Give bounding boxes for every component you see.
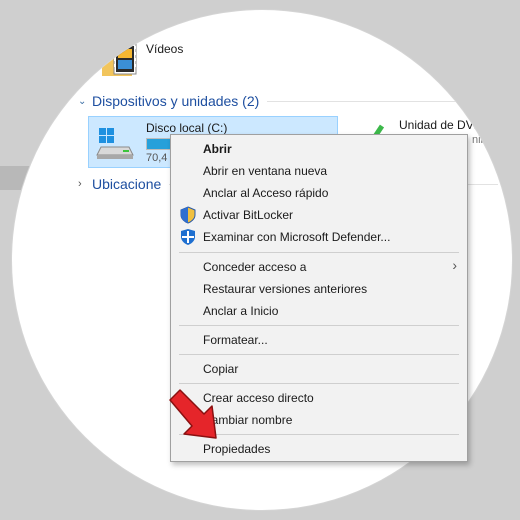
menu-item-label: Conceder acceso a <box>203 260 307 274</box>
videos-folder-icon <box>102 43 137 76</box>
videos-folder-item[interactable]: Vídeos <box>100 40 300 80</box>
menu-item-label: Anclar a Inicio <box>203 304 279 318</box>
menu-item-grant-access[interactable]: Conceder acceso a › <box>171 256 467 278</box>
menu-separator <box>179 383 459 384</box>
videos-label: Vídeos <box>146 42 184 56</box>
menu-item-label: Examinar con Microsoft Defender... <box>203 230 391 244</box>
menu-separator <box>179 325 459 326</box>
devices-header-title: Dispositivos y unidades (2) <box>92 93 260 109</box>
menu-item-label: Activar BitLocker <box>203 208 294 222</box>
menu-item-label: Restaurar versiones anteriores <box>203 282 368 296</box>
red-arrow-icon <box>169 389 217 439</box>
devices-group-header[interactable]: ⌄ Dispositivos y unidades (2) <box>78 90 498 112</box>
menu-item-restore-versions[interactable]: Restaurar versiones anteriores <box>171 278 467 300</box>
header-divider <box>267 100 498 102</box>
menu-item-format[interactable]: Formatear... <box>171 329 467 351</box>
menu-item-label: Formatear... <box>203 333 268 347</box>
locations-header-title: Ubicacione <box>92 176 162 192</box>
dvd-subtitle: nib <box>472 134 487 146</box>
menu-item-copy[interactable]: Copiar <box>171 358 467 380</box>
menu-item-defender[interactable]: Examinar con Microsoft Defender... <box>171 226 467 248</box>
menu-item-label: Abrir en ventana nueva <box>203 164 328 178</box>
chevron-down-icon[interactable]: ⌄ <box>78 96 92 107</box>
menu-item-open[interactable]: Abrir <box>171 138 467 160</box>
menu-separator <box>179 252 459 253</box>
shield-icon <box>180 206 196 224</box>
local-disk-icon <box>96 128 134 159</box>
chevron-right-icon: › <box>452 257 457 273</box>
menu-item-bitlocker[interactable]: Activar BitLocker <box>171 204 467 226</box>
disk-label: Disco local (C:) <box>146 121 228 135</box>
menu-item-label: Copiar <box>203 362 239 376</box>
defender-icon <box>181 229 195 245</box>
menu-item-pin-start[interactable]: Anclar a Inicio <box>171 300 467 322</box>
disk-free-space: 70,4 <box>146 152 168 164</box>
chevron-right-icon[interactable]: › <box>78 178 92 190</box>
dvd-label[interactable]: Unidad de DVD <box>399 118 482 132</box>
menu-item-label: Abrir <box>203 142 232 156</box>
menu-item-pin-quick-access[interactable]: Anclar al Acceso rápido <box>171 182 467 204</box>
menu-separator <box>179 354 459 355</box>
menu-item-label: Anclar al Acceso rápido <box>203 186 329 200</box>
menu-item-open-new-window[interactable]: Abrir en ventana nueva <box>171 160 467 182</box>
